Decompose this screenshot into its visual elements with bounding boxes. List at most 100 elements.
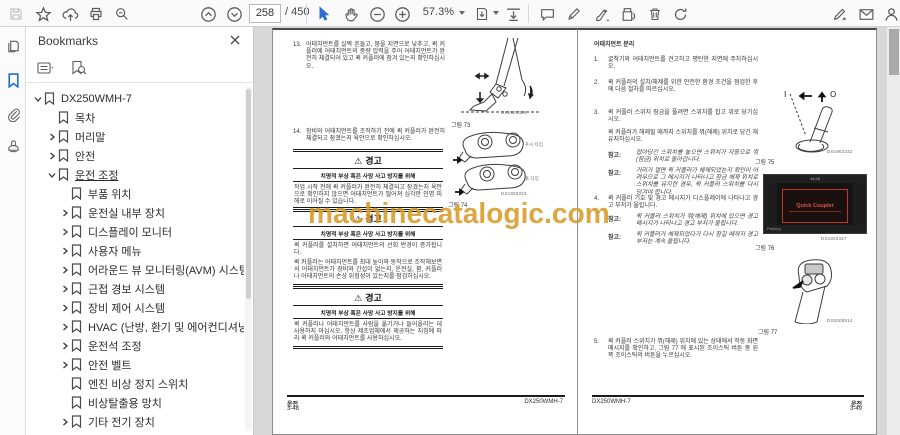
page-down-icon[interactable] <box>224 4 244 24</box>
find-current-bookmark-icon[interactable] <box>68 59 88 77</box>
figure-74-code: DS1903333 <box>501 191 527 196</box>
bookmark-item[interactable]: 운전실 내부 장치 <box>26 203 244 222</box>
bookmark-icon <box>57 130 70 143</box>
close-icon[interactable] <box>227 32 243 48</box>
bookmark-item[interactable]: 근접 경보 시스템 <box>26 279 244 298</box>
bookmark-label: 장비 제어 시스템 <box>88 302 165 315</box>
fit-page-icon[interactable] <box>472 4 492 24</box>
figure-75-drawing: I O <box>784 90 836 153</box>
chevron-right-icon[interactable] <box>60 304 70 312</box>
bookmark-item[interactable]: DX250WMH-7 <box>26 89 244 108</box>
fit-width-icon[interactable] <box>503 4 523 24</box>
stamps-icon[interactable] <box>4 137 22 155</box>
bookmark-item[interactable]: 부품 위치 <box>26 184 244 203</box>
footer-page-number: 3-48 <box>287 406 300 412</box>
fit-dropdown-caret[interactable] <box>493 11 499 15</box>
select-tool-icon[interactable] <box>314 4 334 24</box>
save-icon[interactable] <box>6 4 26 24</box>
note-label: 참고: <box>608 171 622 177</box>
chevron-right-icon[interactable] <box>47 152 57 160</box>
comment-icon[interactable] <box>537 4 557 24</box>
attachments-icon[interactable] <box>4 105 22 123</box>
chevron-right-icon[interactable] <box>47 133 57 141</box>
chevron-down-icon[interactable] <box>47 171 57 179</box>
chevron-right-icon[interactable] <box>60 418 70 426</box>
email-icon[interactable] <box>856 4 876 24</box>
footer-model: DX250WMH-7 <box>592 399 631 405</box>
item-4-note-1: 퀵 커플러 스위치가 꺾(해제) 위치에 있으면 경고 메시지가 나타나고 경고… <box>636 214 758 228</box>
organize-pages-icon[interactable] <box>618 4 638 24</box>
item-3-note-1: 잡아당긴 스위치를 놓으면 스위치가 자동으로 꺾(잠금) 위치로 돌아갑니다. <box>636 150 758 164</box>
bookmark-item[interactable]: 장비 제어 시스템 <box>26 298 244 317</box>
bookmark-item[interactable]: 머리말 <box>26 127 244 146</box>
left-panel-rail <box>0 27 26 435</box>
warning-body-2: 퀵 커플러는 어태치먼트를 최대 높이와 동작으로 조작해보면서 어태치먼트가 … <box>294 259 443 281</box>
chevron-right-icon[interactable] <box>60 323 70 331</box>
hand-tool-icon[interactable] <box>341 4 361 24</box>
chevron-right-icon[interactable] <box>60 247 70 255</box>
chevron-right-icon[interactable] <box>60 361 70 369</box>
bookmark-item[interactable]: 목차 <box>26 108 244 127</box>
bookmark-icon <box>70 339 83 352</box>
warning-body: 퀵 커플러를 설치하면 어태치먼트의 선회 반경이 증가됩니다. <box>294 242 442 256</box>
bookmark-label: 운전석 조정 <box>88 340 142 353</box>
zoom-out-icon[interactable] <box>367 4 387 24</box>
bookmark-options-icon[interactable] <box>36 59 56 77</box>
figure-75-caption: 그림 75 <box>755 160 775 166</box>
zoom-in-icon[interactable] <box>392 4 412 24</box>
star-icon[interactable] <box>33 4 53 24</box>
manual-page-right: 어태치먼트 분리 1. 굴착기와 어태치먼트를 견고하고 평탄한 지면에 주차하… <box>577 28 877 435</box>
bookmark-item[interactable]: 기타 전기 장치 <box>26 412 244 429</box>
bookmark-item[interactable]: 운전석 조정 <box>26 336 244 355</box>
bookmarks-panel: Bookmarks DX250WMH-7 목차 머리말 안전 운전 조정 부품 위치 운전실… <box>26 27 254 435</box>
bookmark-item[interactable]: 안전 벨트 <box>26 355 244 374</box>
page-number-input[interactable]: 258 <box>249 4 281 23</box>
chevron-right-icon[interactable] <box>60 285 70 293</box>
zoom-level-label[interactable]: 57.3% <box>416 6 454 18</box>
zoom-dropdown-caret[interactable] <box>459 11 465 15</box>
bookmark-item[interactable]: 안전 <box>26 146 244 165</box>
share-icon[interactable] <box>60 4 80 24</box>
document-scrollbar[interactable] <box>886 27 900 435</box>
bookmarks-scrollbar-thumb[interactable] <box>246 89 251 299</box>
screen-right-bar <box>853 183 866 225</box>
note-label: 참고: <box>608 217 622 223</box>
bookmark-icon <box>70 377 83 390</box>
top-toolbar: 258 / 450 57.3% <box>0 0 900 27</box>
bookmark-item[interactable]: 운전 조정 <box>26 165 244 184</box>
refresh-icon[interactable] <box>670 4 690 24</box>
chevron-right-icon[interactable] <box>60 209 70 217</box>
bookmark-icon <box>70 225 83 238</box>
bookmark-list: DX250WMH-7 목차 머리말 안전 운전 조정 부품 위치 운전실 내부 장치 디스플레… <box>26 89 244 429</box>
chevron-right-icon[interactable] <box>60 342 70 350</box>
bookmark-label: 기타 전기 장치 <box>88 416 155 429</box>
bookmarks-panel-title: Bookmarks <box>38 34 99 48</box>
chevron-down-icon[interactable] <box>33 95 43 103</box>
bookmark-item[interactable]: 디스플레이 모니터 <box>26 222 244 241</box>
bookmarks-scrollbar[interactable] <box>245 87 252 431</box>
figure-73-drawing <box>461 37 541 113</box>
bookmark-item[interactable]: 사용자 메뉴 <box>26 241 244 260</box>
search-icon[interactable] <box>112 4 132 24</box>
page-thumbnails-icon[interactable] <box>4 37 22 55</box>
page-up-icon[interactable] <box>198 4 218 24</box>
warning-triangle-icon: ⚠ <box>354 293 363 303</box>
delete-icon[interactable] <box>645 4 665 24</box>
bookmark-item[interactable]: HVAC (난방, 환기 및 에어컨디셔닝) 작동 <box>26 317 244 336</box>
fill-sign-icon[interactable] <box>830 4 850 24</box>
bookmark-label: 안전 벨트 <box>88 359 132 372</box>
bookmarks-icon[interactable] <box>4 71 22 89</box>
warning-triangle-icon: ⚠ <box>354 156 363 166</box>
figure-74-drawing <box>453 131 526 196</box>
chevron-right-icon[interactable] <box>60 266 70 274</box>
bookmark-item[interactable]: 어라운드 뷰 모니터링(AVM) 시스템 <box>26 260 244 279</box>
account-icon[interactable] <box>881 4 900 24</box>
bookmark-item[interactable]: 엔진 비상 정지 스위치 <box>26 374 244 393</box>
sign-icon[interactable] <box>592 4 612 24</box>
print-icon[interactable] <box>86 4 106 24</box>
highlight-icon[interactable] <box>564 4 584 24</box>
bookmark-item[interactable]: 비상탈출용 망치 <box>26 393 244 412</box>
document-scrollbar-thumb[interactable] <box>889 29 899 75</box>
warning-box-3: ⚠ 경고 치명적 부상 혹은 사망 사고 방지를 위해 퀵 커플러나 어태치먼트를… <box>293 286 443 349</box>
chevron-right-icon[interactable] <box>60 228 70 236</box>
